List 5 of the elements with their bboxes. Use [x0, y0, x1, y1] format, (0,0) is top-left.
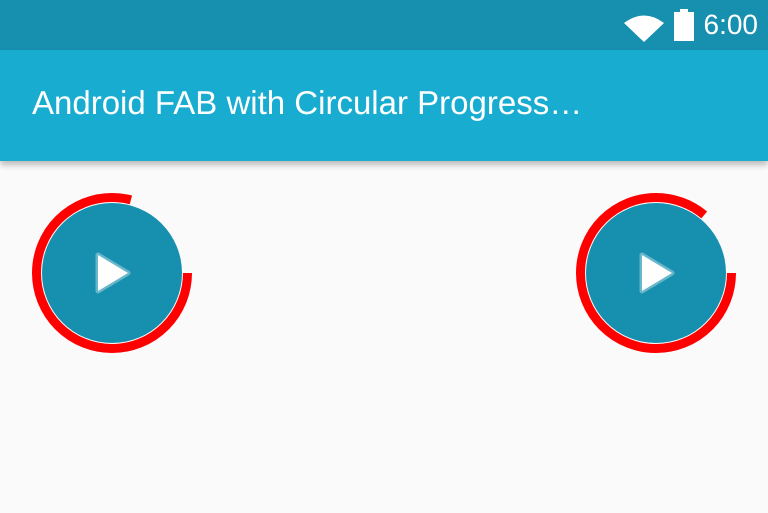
app-title: Android FAB with Circular Progress… [32, 84, 582, 122]
status-time: 6:00 [704, 9, 758, 41]
battery-icon [674, 9, 694, 41]
wifi-icon [624, 14, 664, 42]
play-button[interactable] [586, 203, 726, 343]
